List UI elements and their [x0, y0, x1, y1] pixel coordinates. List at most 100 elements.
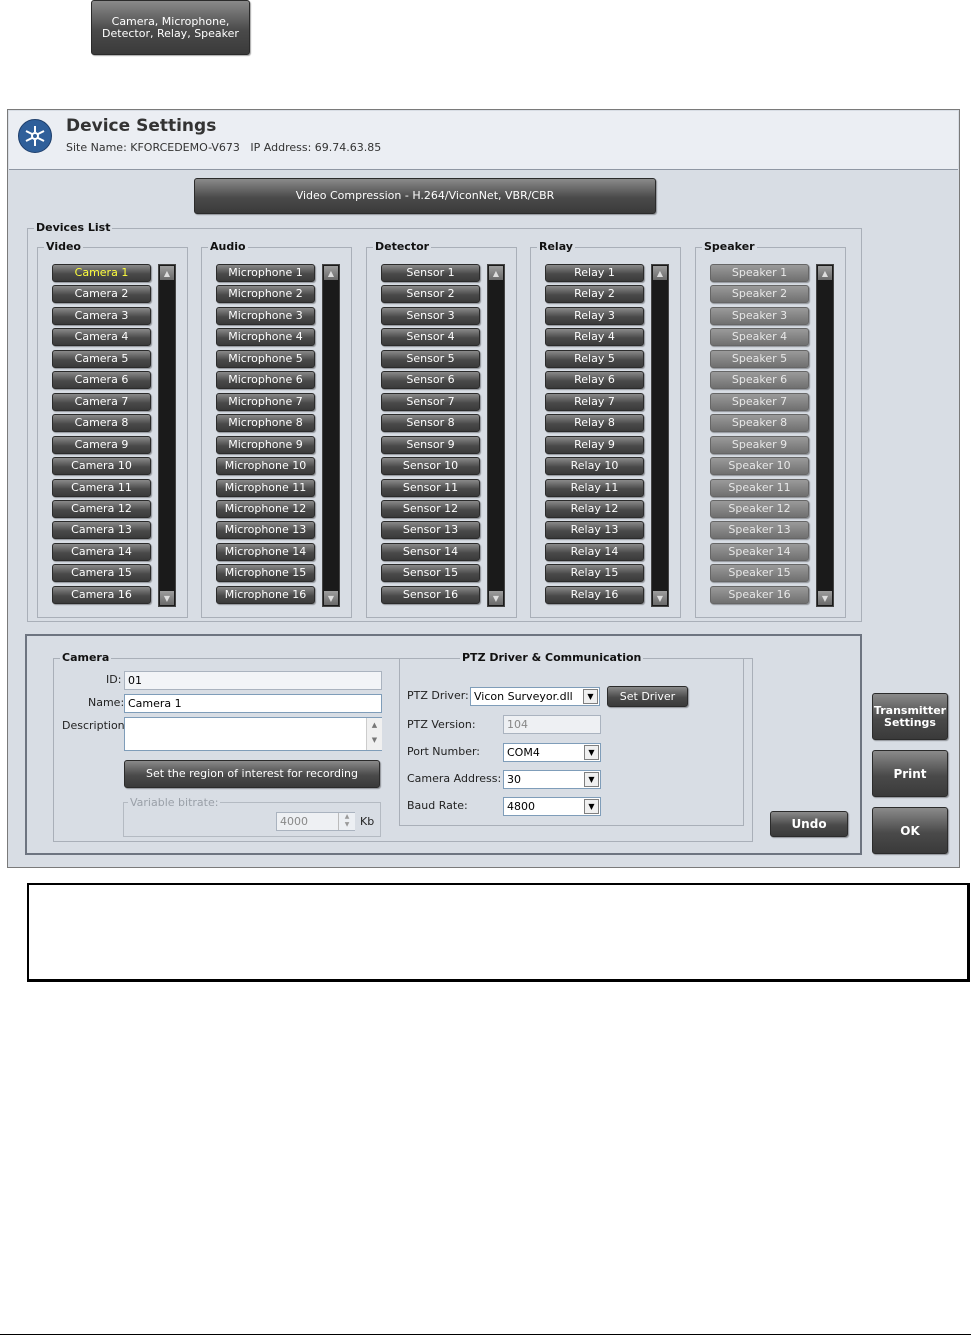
device-button[interactable]: Speaker 10 — [710, 457, 809, 476]
device-button[interactable]: Camera 10 — [52, 457, 151, 476]
device-button[interactable]: Camera 7 — [52, 392, 151, 411]
set-driver-button[interactable]: Set Driver — [607, 686, 688, 707]
transmitter-settings-button[interactable]: Transmitter Settings — [872, 693, 948, 740]
device-button[interactable]: Microphone 5 — [216, 349, 315, 368]
scroll-up-icon[interactable]: ▲ — [160, 266, 174, 280]
device-button[interactable]: Microphone 16 — [216, 585, 315, 604]
device-button[interactable]: Sensor 1 — [381, 264, 480, 282]
scroll-up-icon[interactable]: ▲ — [489, 266, 503, 280]
device-button[interactable]: Microphone 12 — [216, 499, 315, 518]
device-button[interactable]: Sensor 7 — [381, 392, 480, 411]
device-button[interactable]: Sensor 15 — [381, 564, 480, 583]
audio-scrollbar[interactable]: ▲ ▼ — [322, 264, 340, 607]
device-button[interactable]: Speaker 16 — [710, 585, 809, 604]
device-button[interactable]: Camera 5 — [52, 349, 151, 368]
device-button[interactable]: Speaker 13 — [710, 521, 809, 540]
port-number-select[interactable]: COM4 ▼ — [503, 743, 601, 762]
device-button[interactable]: Relay 9 — [545, 435, 644, 454]
chevron-down-icon[interactable]: ▼ — [584, 799, 599, 814]
device-button[interactable]: Speaker 11 — [710, 478, 809, 497]
chevron-down-icon[interactable]: ▼ — [583, 689, 598, 704]
scroll-down-icon[interactable]: ▼ — [489, 591, 503, 605]
device-button[interactable]: Sensor 3 — [381, 306, 480, 325]
baud-rate-select[interactable]: 4800 ▼ — [503, 797, 601, 816]
device-button[interactable]: Speaker 3 — [710, 306, 809, 325]
scroll-up-icon[interactable]: ▲ — [324, 266, 338, 280]
description-scrollbar[interactable]: ▲ ▼ — [366, 718, 382, 750]
device-button[interactable]: Microphone 9 — [216, 435, 315, 454]
scroll-down-icon[interactable]: ▼ — [818, 591, 832, 605]
scroll-down-icon[interactable]: ▼ — [324, 591, 338, 605]
device-button[interactable]: Camera 6 — [52, 371, 151, 390]
scroll-down-icon[interactable]: ▼ — [653, 591, 667, 605]
scroll-up-icon[interactable]: ▲ — [818, 266, 832, 280]
device-button[interactable]: Speaker 15 — [710, 564, 809, 583]
device-button[interactable]: Speaker 5 — [710, 349, 809, 368]
detector-scrollbar[interactable]: ▲ ▼ — [487, 264, 505, 607]
chevron-down-icon[interactable]: ▼ — [584, 772, 599, 787]
scroll-up-icon[interactable]: ▲ — [653, 266, 667, 280]
device-button[interactable]: Camera 14 — [52, 542, 151, 561]
video-scrollbar[interactable]: ▲ ▼ — [158, 264, 176, 607]
device-button[interactable]: Speaker 12 — [710, 499, 809, 518]
device-button[interactable]: Relay 12 — [545, 499, 644, 518]
ok-button[interactable]: OK — [872, 807, 948, 854]
device-button[interactable]: Speaker 4 — [710, 328, 809, 347]
device-button[interactable]: Camera 3 — [52, 306, 151, 325]
device-button[interactable]: Relay 7 — [545, 392, 644, 411]
device-button[interactable]: Microphone 6 — [216, 371, 315, 390]
device-button[interactable]: Relay 2 — [545, 285, 644, 304]
video-compression-button[interactable]: Video Compression - H.264/ViconNet, VBR/… — [194, 178, 656, 214]
device-button[interactable]: Camera 8 — [52, 414, 151, 433]
ptz-driver-select[interactable]: Vicon Surveyor.dll ▼ — [470, 687, 600, 706]
set-roi-button[interactable]: Set the region of interest for recording — [124, 760, 380, 788]
camera-address-select[interactable]: 30 ▼ — [503, 770, 601, 789]
device-button[interactable]: Camera 15 — [52, 564, 151, 583]
device-button[interactable]: Sensor 9 — [381, 435, 480, 454]
device-button[interactable]: Sensor 4 — [381, 328, 480, 347]
device-button[interactable]: Relay 5 — [545, 349, 644, 368]
device-button[interactable]: Camera 12 — [52, 499, 151, 518]
device-button[interactable]: Microphone 2 — [216, 285, 315, 304]
device-button[interactable]: Microphone 3 — [216, 306, 315, 325]
device-button[interactable]: Microphone 10 — [216, 457, 315, 476]
device-button[interactable]: Microphone 14 — [216, 542, 315, 561]
device-button[interactable]: Relay 11 — [545, 478, 644, 497]
device-button[interactable]: Relay 15 — [545, 564, 644, 583]
device-button[interactable]: Sensor 5 — [381, 349, 480, 368]
device-button[interactable]: Sensor 2 — [381, 285, 480, 304]
device-button[interactable]: Speaker 9 — [710, 435, 809, 454]
device-button[interactable]: Camera 4 — [52, 328, 151, 347]
undo-button[interactable]: Undo — [770, 811, 848, 837]
device-button[interactable]: Speaker 14 — [710, 542, 809, 561]
device-button[interactable]: Relay 4 — [545, 328, 644, 347]
device-button[interactable]: Speaker 6 — [710, 371, 809, 390]
device-button[interactable]: Relay 1 — [545, 264, 644, 282]
chevron-down-icon[interactable]: ▼ — [584, 745, 599, 760]
device-button[interactable]: Camera 1 — [52, 264, 151, 282]
device-button[interactable]: Sensor 10 — [381, 457, 480, 476]
device-button[interactable]: Microphone 15 — [216, 564, 315, 583]
device-button[interactable]: Speaker 7 — [710, 392, 809, 411]
description-field[interactable] — [124, 717, 382, 751]
device-button[interactable]: Speaker 2 — [710, 285, 809, 304]
device-button[interactable]: Sensor 13 — [381, 521, 480, 540]
device-button[interactable]: Relay 16 — [545, 585, 644, 604]
device-button[interactable]: Relay 14 — [545, 542, 644, 561]
bitrate-spinner[interactable]: ▲ ▼ — [338, 813, 355, 830]
id-field[interactable]: 01 — [124, 671, 382, 690]
speaker-scrollbar[interactable]: ▲ ▼ — [816, 264, 834, 607]
device-button[interactable]: Relay 6 — [545, 371, 644, 390]
device-button[interactable]: Relay 13 — [545, 521, 644, 540]
print-button[interactable]: Print — [872, 750, 948, 797]
device-button[interactable]: Microphone 1 — [216, 264, 315, 282]
device-button[interactable]: Camera 11 — [52, 478, 151, 497]
device-button[interactable]: Camera 16 — [52, 585, 151, 604]
device-button[interactable]: Microphone 11 — [216, 478, 315, 497]
device-button[interactable]: Microphone 7 — [216, 392, 315, 411]
device-button[interactable]: Sensor 6 — [381, 371, 480, 390]
device-button[interactable]: Microphone 8 — [216, 414, 315, 433]
device-button[interactable]: Camera 13 — [52, 521, 151, 540]
device-button[interactable]: Microphone 13 — [216, 521, 315, 540]
device-button[interactable]: Microphone 4 — [216, 328, 315, 347]
